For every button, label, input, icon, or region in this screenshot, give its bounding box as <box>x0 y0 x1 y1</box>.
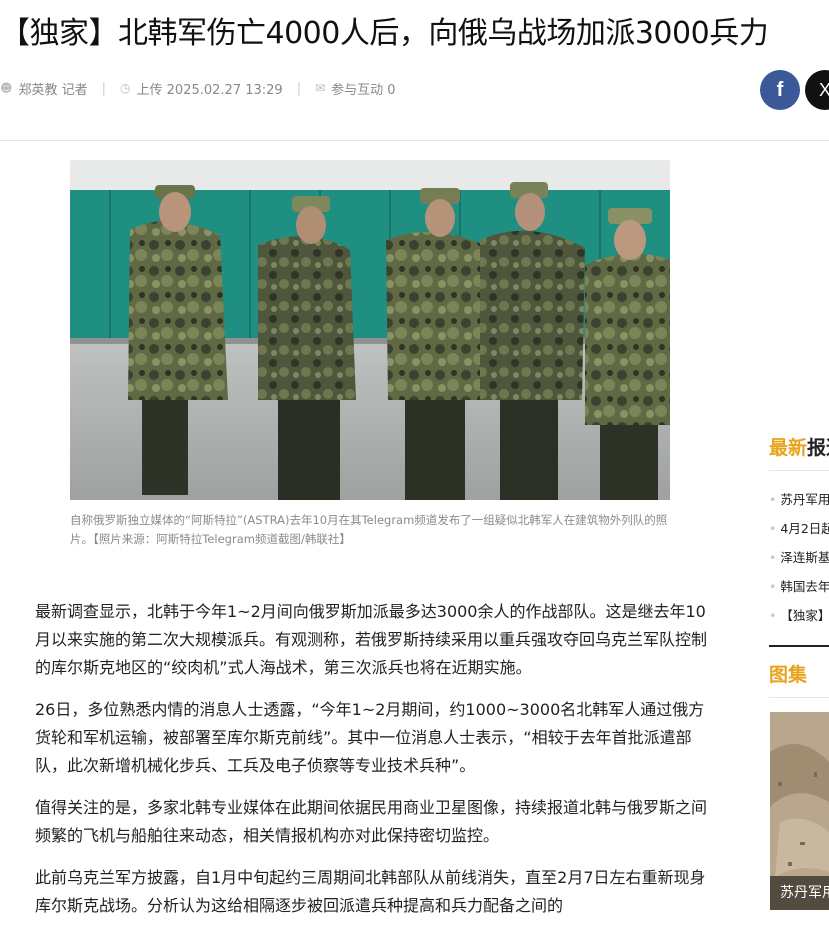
comments-group[interactable]: ✉ 参与互动 0 <box>315 79 395 98</box>
author-name[interactable]: 郑英教 记者 <box>19 79 88 98</box>
comment-icon: ✉ <box>315 81 326 95</box>
latest-title-accent: 最新 <box>769 437 808 459</box>
article-photo <box>70 160 670 500</box>
latest-news-item[interactable]: • 4月2日起 <box>769 514 829 543</box>
upload-time: 上传 2025.02.27 13:29 <box>136 82 283 98</box>
soldiers-photo-illustration <box>70 160 670 500</box>
header-divider <box>0 140 829 141</box>
sidebar-section-divider <box>769 645 829 647</box>
person-icon: ☻ <box>0 81 13 95</box>
bullet-icon: • <box>769 579 777 594</box>
sidebar-divider <box>769 697 829 698</box>
latest-news-item[interactable]: • 韩国去年 <box>769 572 829 601</box>
article-headline: 【独家】北韩军伤亡4000人后，向俄乌战场加派3000兵力 <box>0 16 769 51</box>
facebook-share-button[interactable]: f <box>760 70 800 110</box>
latest-news-list: • 苏丹军用 • 4月2日起 • 泽连斯基 • 韩国去年 • 【独家】 <box>769 485 829 630</box>
latest-title-rest: 报道 <box>807 437 829 459</box>
bullet-icon: • <box>769 492 777 507</box>
latest-news-item[interactable]: • 【独家】 <box>769 601 829 630</box>
latest-news-title: 最新报道 <box>769 433 829 460</box>
bullet-icon: • <box>769 521 777 536</box>
article-paragraph: 最新调查显示，北韩于今年1~2月间向俄罗斯加派最多达3000余人的作战部队。这是… <box>35 602 708 677</box>
latest-news-link[interactable]: 4月2日起 <box>780 521 829 536</box>
article-body: 最新调查显示，北韩于今年1~2月间向俄罗斯加派最多达3000余人的作战部队。这是… <box>35 598 707 934</box>
article-paragraph: 值得关注的是，多家北韩专业媒体在此期间依据民用商业卫星图像，持续报道北韩与俄罗斯… <box>35 798 708 845</box>
article-paragraph: 26日，多位熟悉内情的消息人士透露，“今年1~2月期间，约1000~3000名北… <box>35 700 705 775</box>
x-icon: X <box>818 79 829 100</box>
bullet-icon: • <box>769 550 777 565</box>
gallery-caption[interactable]: 苏丹军用 <box>770 876 829 910</box>
latest-news-link[interactable]: 苏丹军用 <box>780 492 829 507</box>
sidebar-divider <box>769 470 829 471</box>
author-group: ☻ 郑英教 记者 <box>0 79 88 98</box>
latest-news-item[interactable]: • 苏丹军用 <box>769 485 829 514</box>
meta-separator: | <box>296 80 302 96</box>
latest-news-item[interactable]: • 泽连斯基 <box>769 543 829 572</box>
latest-news-link[interactable]: 泽连斯基 <box>780 550 829 565</box>
latest-news-link[interactable]: 韩国去年 <box>780 579 829 594</box>
photo-caption: 自称俄罗斯独立媒体的“阿斯特拉”(ASTRA)去年10月在其Telegram频道… <box>70 513 668 546</box>
facebook-icon: f <box>776 78 784 101</box>
gallery-title: 图集 <box>769 664 808 686</box>
comment-count[interactable]: 参与互动 0 <box>331 79 395 98</box>
x-share-button[interactable]: X <box>805 70 829 110</box>
upload-group: ◷ 上传 2025.02.27 13:29 <box>120 79 283 98</box>
clock-icon: ◷ <box>120 81 131 95</box>
article-meta: ☻ 郑英教 记者 | ◷ 上传 2025.02.27 13:29 | ✉ 参与互… <box>0 78 396 98</box>
meta-separator: | <box>101 80 107 96</box>
latest-news-link[interactable]: 【独家】 <box>780 608 829 623</box>
bullet-icon: • <box>769 608 777 623</box>
